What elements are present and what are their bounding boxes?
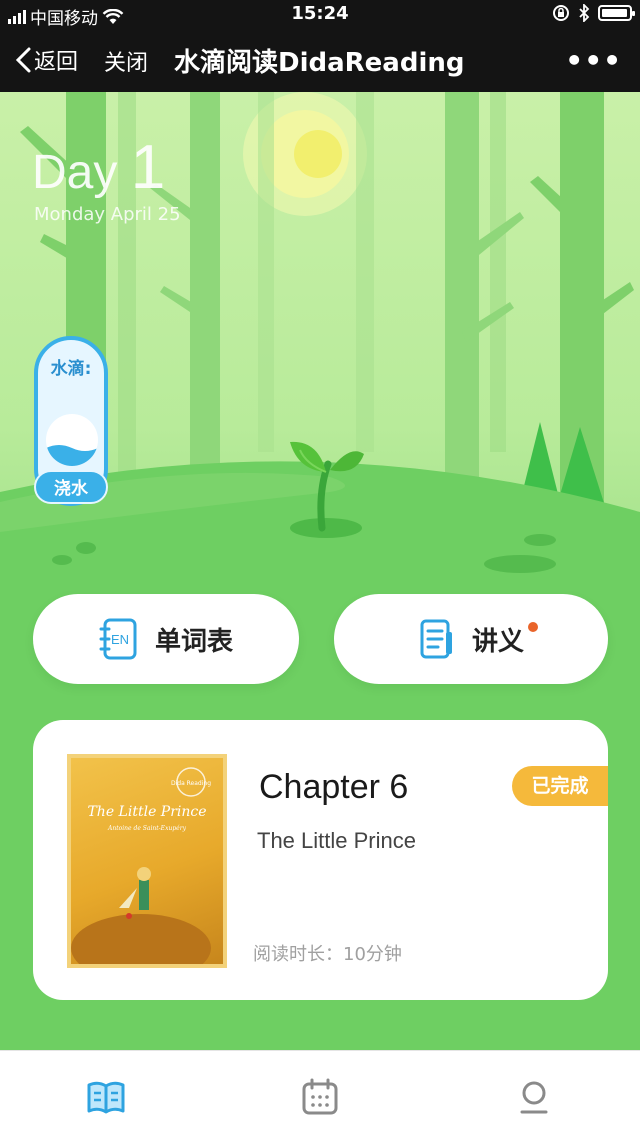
page-title: 水滴阅读DidaReading bbox=[174, 48, 465, 78]
chapter-title: Chapter 6 bbox=[259, 768, 409, 806]
status-bar: 中国移动 15:24 bbox=[0, 0, 640, 29]
water-level-icon bbox=[46, 414, 98, 466]
word-list-label: 单词表 bbox=[154, 626, 233, 657]
status-badge: 已完成 bbox=[512, 766, 608, 806]
tab-reading[interactable] bbox=[86, 1077, 126, 1117]
en-text: EN bbox=[111, 632, 129, 647]
back-label: 返回 bbox=[34, 50, 79, 75]
person-icon bbox=[520, 1081, 548, 1114]
close-button[interactable]: 关闭 bbox=[104, 45, 148, 77]
cover-author: Antoine de Saint-Exupéry bbox=[107, 825, 187, 832]
chapter-card[interactable]: Dida Reading The Little Prince Antoine d… bbox=[33, 720, 608, 1000]
cover-title: The Little Prince bbox=[87, 804, 206, 820]
calendar-icon bbox=[302, 1078, 338, 1115]
more-button[interactable]: ••• bbox=[565, 44, 622, 77]
nav-bar: 返回 关闭 水滴阅读DidaReading ••• bbox=[0, 28, 640, 92]
handout-button[interactable]: 讲义 bbox=[334, 594, 608, 684]
word-list-button[interactable]: EN 单词表 bbox=[33, 594, 299, 684]
book-cover: Dida Reading The Little Prince Antoine d… bbox=[67, 754, 227, 968]
chevron-left-icon bbox=[15, 47, 31, 73]
battery-icon bbox=[598, 5, 635, 21]
rotation-lock-icon bbox=[553, 5, 569, 21]
read-time: 阅读时长：10分钟 bbox=[253, 944, 402, 965]
day-prefix: Day bbox=[32, 146, 118, 199]
day-title: Day 1 bbox=[32, 132, 165, 203]
handout-label: 讲义 bbox=[471, 626, 524, 657]
status-right bbox=[552, 4, 635, 22]
document-icon bbox=[420, 619, 452, 659]
book-icon bbox=[87, 1081, 125, 1114]
notification-dot bbox=[528, 622, 538, 632]
en-book-icon: EN bbox=[99, 618, 137, 660]
status-time: 15:24 bbox=[291, 3, 349, 24]
day-date: Monday April 25 bbox=[34, 204, 181, 225]
tab-bar bbox=[0, 1050, 640, 1138]
battery-fill bbox=[602, 9, 627, 17]
back-button[interactable]: 返回 bbox=[14, 44, 78, 76]
forest-scene: Day 1 Monday April 25 水滴: 浇水 EN 单词表 讲义 D… bbox=[0, 92, 640, 1050]
drop-label: 水滴: bbox=[50, 359, 92, 379]
tab-calendar[interactable] bbox=[300, 1077, 340, 1117]
water-button[interactable]: 浇水 bbox=[34, 470, 108, 504]
bluetooth-icon bbox=[579, 4, 590, 22]
day-number: 1 bbox=[130, 133, 166, 202]
cover-stamp: Dida Reading bbox=[171, 780, 211, 787]
book-title: The Little Prince bbox=[257, 828, 416, 853]
tab-profile[interactable] bbox=[514, 1077, 554, 1117]
